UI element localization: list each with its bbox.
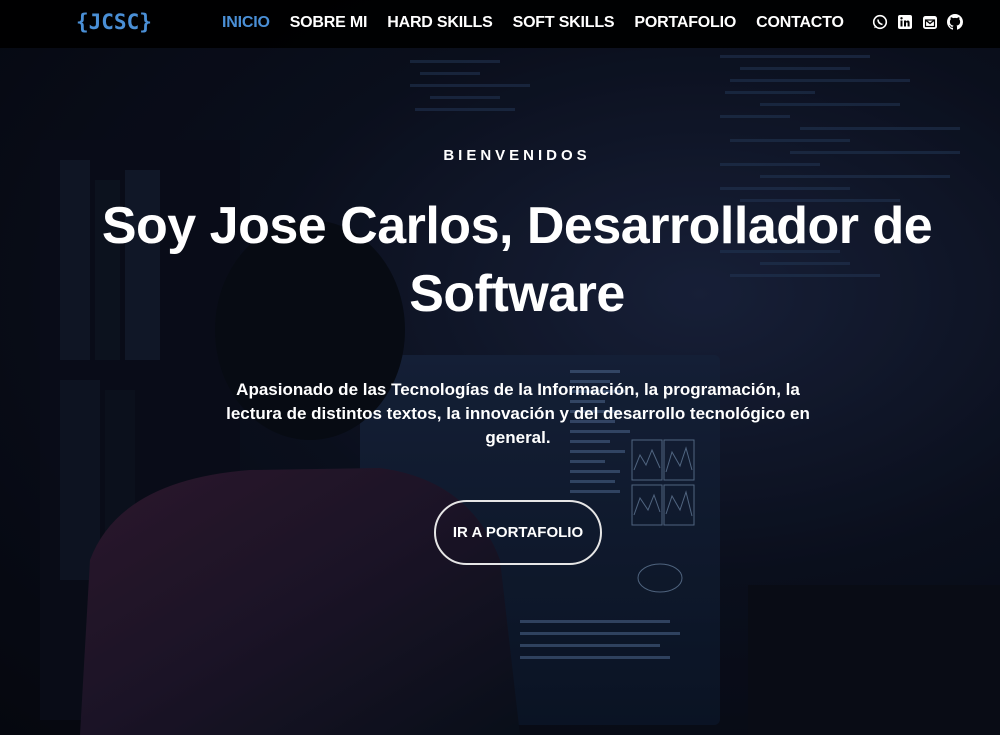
hero-welcome-text: BIENVENIDOS: [443, 147, 591, 164]
portfolio-button[interactable]: IR A PORTAFOLIO: [434, 500, 602, 565]
hero-section: BIENVENIDOS Soy Jose Carlos, Desarrollad…: [0, 0, 1000, 735]
hero-description: Apasionado de las Tecnologías de la Info…: [226, 380, 810, 447]
hero-title: Soy Jose Carlos, Desarrollador de Softwa…: [101, 197, 933, 323]
